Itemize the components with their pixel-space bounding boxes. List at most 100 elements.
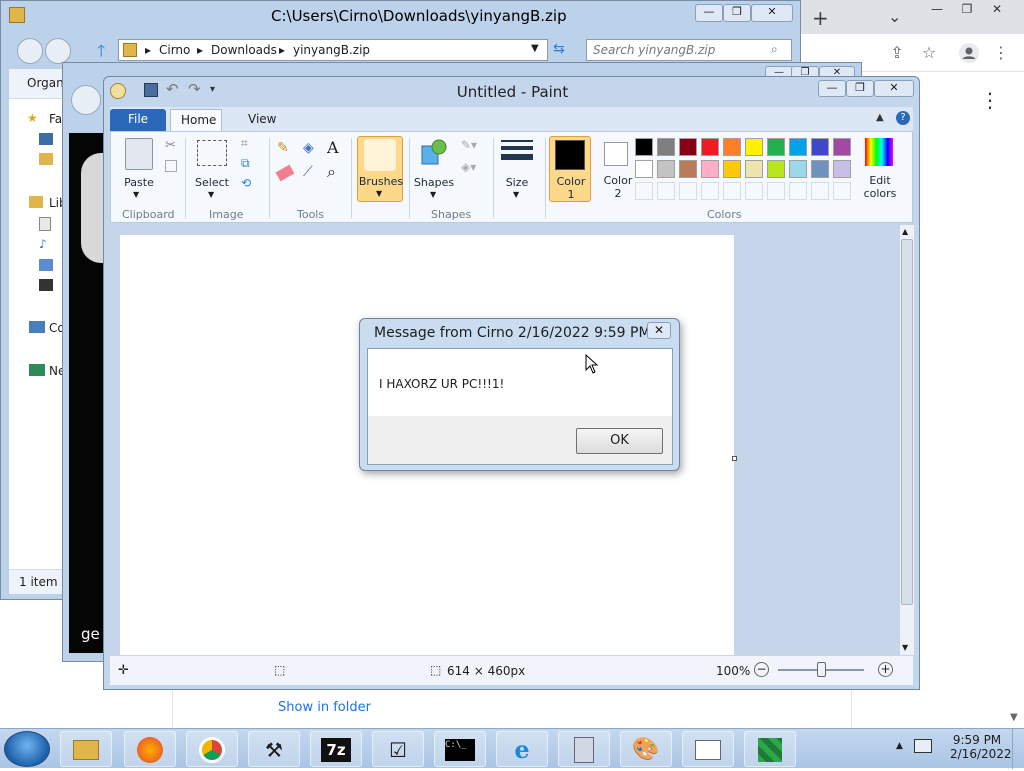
- tab-home[interactable]: Home: [170, 109, 222, 131]
- palette-custom-slot[interactable]: [833, 182, 851, 200]
- paint-maximize-button[interactable]: ❐: [846, 80, 874, 97]
- forward-button[interactable]: [45, 38, 71, 64]
- palette-color-swatch[interactable]: [723, 160, 741, 178]
- tray-clock[interactable]: 9:59 PM 2/16/2022: [950, 733, 1012, 761]
- size-dropdown-icon[interactable]: ▼: [513, 190, 519, 199]
- tab-search-icon[interactable]: ⌄: [888, 7, 901, 26]
- palette-color-swatch[interactable]: [745, 138, 763, 156]
- crop-icon[interactable]: ⌗: [241, 136, 248, 151]
- palette-custom-slot[interactable]: [657, 182, 675, 200]
- palette-color-swatch[interactable]: [789, 138, 807, 156]
- page-menu-icon[interactable]: ⋮: [980, 88, 1000, 112]
- collapse-ribbon-icon[interactable]: ▲: [876, 112, 884, 123]
- shapes-icon[interactable]: [419, 138, 449, 168]
- chrome-menu-icon[interactable]: ⋮: [990, 42, 1012, 64]
- taskbar-calculator[interactable]: [558, 731, 610, 767]
- paint-minimize-button[interactable]: —: [818, 80, 846, 97]
- show-in-folder-link[interactable]: Show in folder: [278, 700, 371, 715]
- palette-color-swatch[interactable]: [679, 160, 697, 178]
- palette-color-swatch[interactable]: [767, 160, 785, 178]
- palette-custom-slot[interactable]: [723, 182, 741, 200]
- color1-button[interactable]: Color 1: [549, 136, 591, 202]
- taskbar-network[interactable]: [744, 731, 796, 767]
- palette-color-swatch[interactable]: [745, 160, 763, 178]
- share-icon[interactable]: ⇪: [886, 42, 908, 64]
- show-hidden-icons[interactable]: ▲: [896, 741, 903, 751]
- palette-color-swatch[interactable]: [657, 138, 675, 156]
- back-button[interactable]: [17, 38, 43, 64]
- address-dropdown-icon[interactable]: ▼: [531, 43, 539, 54]
- palette-custom-slot[interactable]: [635, 182, 653, 200]
- dialog-close-button[interactable]: ✕: [647, 322, 671, 339]
- fill-bucket-icon[interactable]: ◈: [303, 140, 314, 156]
- zoom-in-button[interactable]: +: [878, 662, 893, 677]
- palette-color-swatch[interactable]: [679, 138, 697, 156]
- zoom-slider-thumb[interactable]: [817, 662, 826, 677]
- vertical-scrollbar[interactable]: ▲ ▼: [900, 225, 914, 655]
- taskbar-notepad[interactable]: ☑: [372, 731, 424, 767]
- taskbar-explorer[interactable]: [60, 731, 112, 767]
- select-icon[interactable]: [197, 140, 227, 166]
- new-tab-button[interactable]: +: [812, 6, 829, 30]
- palette-color-swatch[interactable]: [657, 160, 675, 178]
- taskbar-firefox[interactable]: [124, 731, 176, 767]
- palette-color-swatch[interactable]: [701, 138, 719, 156]
- scroll-down-icon[interactable]: ▼: [902, 643, 908, 652]
- refresh-icon[interactable]: ⇆: [553, 41, 565, 57]
- help-icon[interactable]: ?: [896, 111, 910, 125]
- rotate-icon[interactable]: ⟲: [241, 176, 251, 190]
- palette-custom-slot[interactable]: [679, 182, 697, 200]
- palette-color-swatch[interactable]: [723, 138, 741, 156]
- palette-custom-slot[interactable]: [811, 182, 829, 200]
- shapes-dropdown-icon[interactable]: ▼: [430, 190, 436, 199]
- size-button[interactable]: Size: [497, 176, 537, 189]
- taskbar-tool[interactable]: ⚒: [248, 731, 300, 767]
- shapes-button[interactable]: Shapes: [411, 176, 457, 189]
- magnifier-icon[interactable]: ⌕: [327, 162, 336, 182]
- paste-dropdown-icon[interactable]: ▼: [133, 190, 139, 199]
- color-picker-icon[interactable]: ⟋: [303, 164, 313, 180]
- taskbar-chrome[interactable]: [186, 731, 238, 767]
- palette-color-swatch[interactable]: [833, 160, 851, 178]
- palette-custom-slot[interactable]: [767, 182, 785, 200]
- paste-button[interactable]: Paste: [119, 176, 159, 189]
- copy-icon[interactable]: [165, 160, 177, 172]
- search-input[interactable]: Search yinyangB.zip ⌕: [586, 39, 792, 61]
- outline-icon[interactable]: ✎▾: [461, 138, 477, 152]
- explorer-close-button[interactable]: ✕: [751, 4, 793, 22]
- ok-button[interactable]: OK: [576, 428, 663, 454]
- resize-icon[interactable]: ⧉: [241, 156, 250, 171]
- paint-close-button[interactable]: ✕: [874, 80, 914, 97]
- edit-colors-button[interactable]: Edit colors: [859, 136, 905, 202]
- palette-color-swatch[interactable]: [635, 160, 653, 178]
- start-button[interactable]: [4, 731, 50, 767]
- text-tool-icon[interactable]: A: [327, 138, 339, 157]
- palette-color-swatch[interactable]: [811, 138, 829, 156]
- cut-icon[interactable]: ✂: [165, 138, 176, 153]
- explorer-maximize-button[interactable]: ❐: [723, 4, 751, 22]
- taskbar-cmd[interactable]: C:\_: [434, 731, 486, 767]
- palette-custom-slot[interactable]: [701, 182, 719, 200]
- scroll-down-icon[interactable]: ▼: [1010, 712, 1018, 723]
- explorer-minimize-button[interactable]: —: [695, 4, 723, 22]
- chrome-close-button[interactable]: ✕: [984, 2, 1010, 20]
- size-icon[interactable]: [501, 140, 533, 166]
- palette-color-swatch[interactable]: [811, 160, 829, 178]
- select-dropdown-icon[interactable]: ▼: [208, 190, 214, 199]
- tab-view[interactable]: View: [238, 109, 278, 131]
- taskbar-7zip[interactable]: 7z: [310, 731, 362, 767]
- palette-color-swatch[interactable]: [789, 160, 807, 178]
- palette-color-swatch[interactable]: [635, 138, 653, 156]
- chrome-minimize-button[interactable]: —: [924, 2, 950, 20]
- palette-custom-slot[interactable]: [789, 182, 807, 200]
- scrollbar-thumb[interactable]: [901, 239, 913, 605]
- nav-item-favorites[interactable]: Fa: [49, 112, 62, 126]
- color2-button[interactable]: Color 2: [597, 136, 639, 202]
- palette-color-swatch[interactable]: [701, 160, 719, 178]
- eraser-icon[interactable]: [275, 164, 295, 182]
- chrome-maximize-button[interactable]: ❐: [954, 2, 980, 20]
- search-icon[interactable]: ⌕: [771, 42, 778, 57]
- address-bar[interactable]: ▸ Cirno ▸ Downloads ▸ yinyangB.zip ▼: [118, 39, 548, 61]
- palette-color-swatch[interactable]: [833, 138, 851, 156]
- taskbar-window[interactable]: [682, 731, 734, 767]
